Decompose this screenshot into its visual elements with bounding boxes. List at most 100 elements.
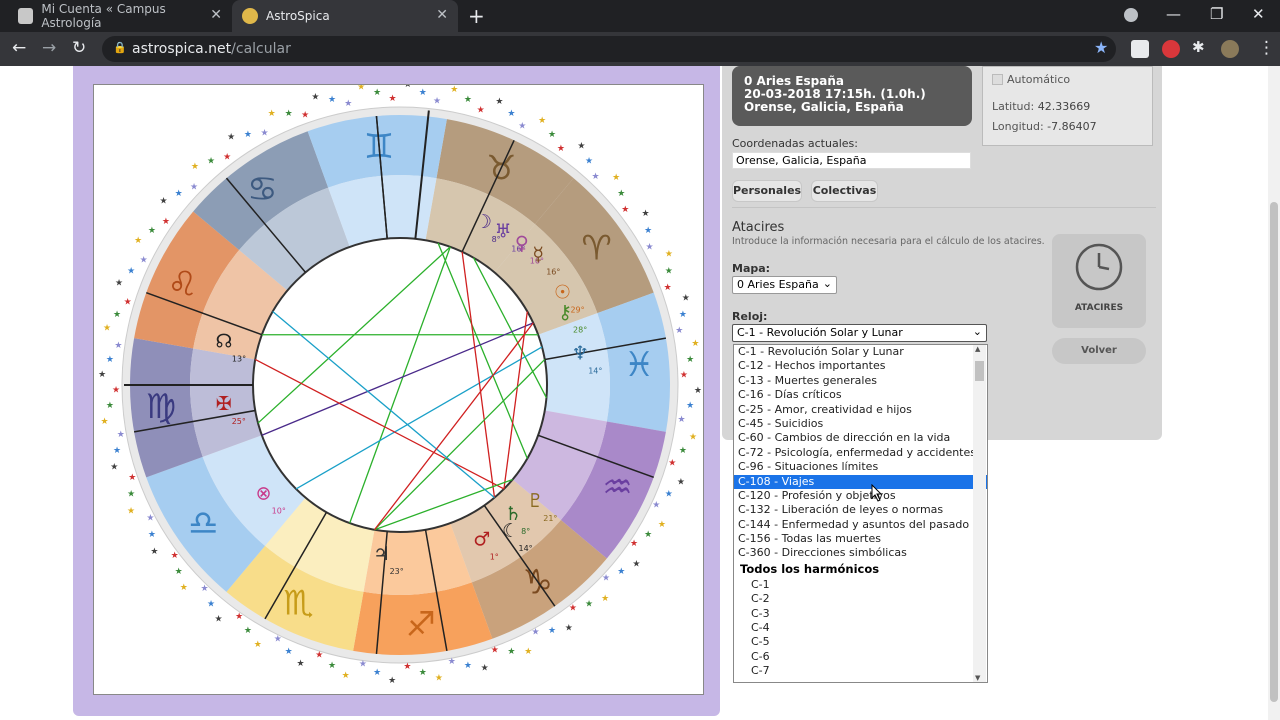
window-close-icon[interactable]: ✕ [1252, 5, 1265, 23]
zodiac-sign-glyph: ♋ [247, 169, 277, 209]
decor-star-icon: ★ [101, 417, 109, 427]
decor-star-icon: ★ [301, 110, 309, 120]
dropdown-option[interactable]: C-4 [734, 621, 987, 635]
page-scroll-thumb[interactable] [1270, 202, 1278, 702]
dropdown-option[interactable]: C-1 [734, 578, 987, 592]
reloj-select[interactable]: C-1 - Revolución Solar y Lunar ⌄ [732, 324, 987, 342]
planet-glyph: ⚷ [558, 301, 572, 323]
lon-label: Longitud: [992, 120, 1044, 133]
decor-star-icon: ★ [190, 183, 198, 193]
dropdown-option[interactable]: C-45 - Suicidios [734, 417, 987, 431]
colectivas-button[interactable]: Colectivas [811, 180, 878, 202]
zodiac-sign-glyph: ♐ [406, 605, 436, 645]
tab-mi-cuenta[interactable]: Mi Cuenta « Campus Astrología ✕ [8, 0, 232, 32]
decor-star-icon: ★ [146, 514, 154, 524]
dropdown-option[interactable]: C-108 - Viajes [734, 474, 987, 489]
decor-star-icon: ★ [127, 506, 135, 516]
lock-icon[interactable]: 🔒 [113, 41, 127, 54]
decor-star-icon: ★ [124, 297, 132, 307]
decor-star-icon: ★ [344, 99, 352, 109]
new-tab-icon[interactable]: + [468, 4, 485, 28]
dropdown-scrollbar[interactable]: ▲ ▼ [973, 345, 986, 682]
dropdown-option[interactable]: C-132 - Liberación de leyes o normas [734, 503, 987, 517]
dropdown-option[interactable]: C-16 - Días críticos [734, 388, 987, 402]
menu-dots-icon[interactable]: ⋮ [1258, 38, 1275, 58]
dropdown-option[interactable]: C-2 [734, 592, 987, 606]
decor-star-icon: ★ [602, 573, 610, 583]
scroll-up-icon[interactable]: ▲ [975, 345, 980, 353]
extension-icon[interactable] [1131, 40, 1149, 58]
decor-star-icon: ★ [373, 88, 381, 98]
reload-icon[interactable]: ↻ [72, 38, 86, 58]
personales-button[interactable]: Personales [732, 180, 802, 202]
extensions-puzzle-icon[interactable]: ✱ [1192, 38, 1205, 56]
decor-star-icon: ★ [106, 401, 114, 411]
lon-value: -7.86407 [1047, 120, 1097, 133]
dropdown-option[interactable]: C-25 - Amor, creatividad e hijos [734, 403, 987, 417]
dropdown-option[interactable]: C-156 - Todas las muertes [734, 532, 987, 546]
decor-star-icon: ★ [679, 446, 687, 456]
planet-degree-label: 8° [521, 527, 530, 536]
dropdown-option[interactable]: C-360 - Direcciones simbólicas [734, 546, 987, 560]
lat-label: Latitud: [992, 100, 1035, 113]
scroll-down-icon[interactable]: ▼ [975, 674, 980, 682]
decor-star-icon: ★ [464, 95, 472, 105]
decor-star-icon: ★ [389, 94, 397, 104]
decor-star-icon: ★ [274, 634, 282, 644]
dropdown-option[interactable]: C-1 - Revolución Solar y Lunar [734, 345, 987, 359]
decor-star-icon: ★ [678, 415, 686, 425]
dropdown-option[interactable]: C-7 [734, 664, 987, 678]
dropdown-option[interactable]: C-60 - Cambios de dirección en la vida [734, 431, 987, 445]
profile-avatar[interactable] [1221, 40, 1239, 58]
decor-star-icon: ★ [569, 603, 577, 613]
close-tab-icon[interactable]: ✕ [210, 7, 222, 23]
dropdown-option[interactable]: C-72 - Psicología, enfermedad y accident… [734, 446, 987, 460]
dropdown-option[interactable]: C-96 - Situaciones límites [734, 460, 987, 474]
dropdown-option[interactable]: C-144 - Enfermedad y asuntos del pasado [734, 518, 987, 532]
tab-title: AstroSpica [266, 9, 330, 23]
planet-glyph: ☿ [532, 244, 544, 266]
bookmark-star-icon[interactable]: ★ [1094, 38, 1108, 57]
tab-astrospica[interactable]: AstroSpica ✕ [232, 0, 458, 32]
decor-star-icon: ★ [630, 539, 638, 549]
dropdown-option[interactable]: C-5 [734, 635, 987, 649]
decor-star-icon: ★ [148, 530, 156, 540]
address-bar[interactable]: astrospica.net/calcular [102, 36, 1116, 62]
extension-icon[interactable] [1162, 40, 1180, 58]
dropdown-option[interactable]: C-12 - Hechos importantes [734, 359, 987, 373]
decor-star-icon: ★ [207, 157, 215, 167]
mapa-select[interactable]: 0 Aries España ⌄ [732, 276, 837, 294]
planet-degree-label: 14° [519, 544, 533, 553]
decor-star-icon: ★ [328, 95, 336, 105]
chart-wheel: ♉♈♓♒♑♐♏♎♍♌♋♊♅16°♀16°☿16°☽8°☉29°⚷28°♆14°♇… [98, 85, 702, 686]
decor-star-icon: ★ [682, 293, 690, 303]
decor-star-icon: ★ [98, 370, 106, 380]
back-icon[interactable]: ← [12, 38, 26, 58]
volver-button[interactable]: Volver [1052, 338, 1146, 364]
lat-value: 42.33669 [1037, 100, 1091, 113]
atacires-button[interactable]: ATACIRES [1052, 234, 1146, 328]
tab-search-icon[interactable] [1124, 8, 1138, 22]
decor-star-icon: ★ [113, 446, 121, 456]
current-coords-field[interactable]: Orense, Galicia, España [732, 152, 971, 169]
reloj-dropdown-list[interactable]: C-1 - Revolución Solar y Lunar C-12 - Hec… [733, 344, 988, 683]
planet-degree-label: 13° [232, 355, 246, 364]
dropdown-option[interactable]: C-6 [734, 650, 987, 664]
scroll-thumb[interactable] [975, 361, 984, 381]
restore-icon[interactable]: ❐ [1210, 5, 1223, 23]
auto-checkbox[interactable] [992, 74, 1003, 85]
forward-icon[interactable]: → [42, 38, 56, 58]
dropdown-option[interactable]: C-13 - Muertes generales [734, 374, 987, 388]
decor-star-icon: ★ [117, 430, 125, 440]
page-scrollbar[interactable] [1268, 66, 1280, 720]
decor-star-icon: ★ [215, 614, 223, 624]
decor-star-icon: ★ [180, 583, 188, 593]
dropdown-option[interactable]: C-3 [734, 607, 987, 621]
dropdown-option[interactable]: C-120 - Profesión y objetivos [734, 489, 987, 503]
selected-chart-card[interactable]: 0 Aries España 20-03-2018 17:15h. (1.0h.… [732, 66, 972, 126]
close-tab-icon[interactable]: ✕ [436, 7, 448, 23]
minimize-icon[interactable]: — [1166, 5, 1181, 23]
decor-star-icon: ★ [491, 646, 499, 656]
decor-star-icon: ★ [680, 371, 688, 381]
decor-star-icon: ★ [244, 626, 252, 636]
